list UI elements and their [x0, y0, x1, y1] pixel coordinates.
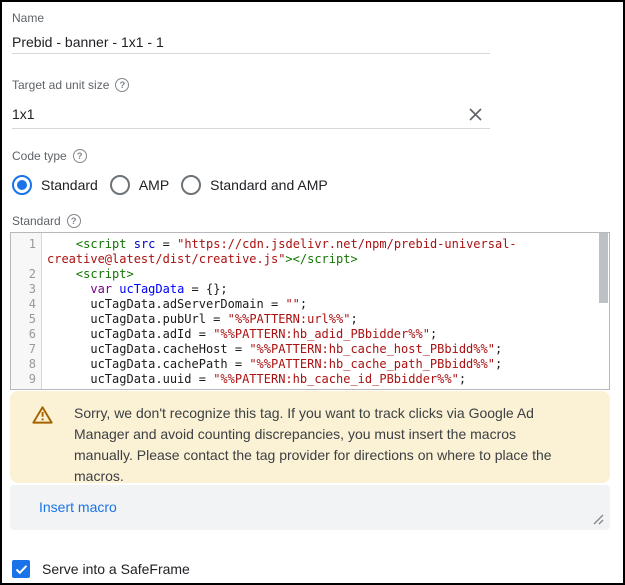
- line-number: 4: [11, 297, 41, 312]
- radio-label: Standard: [41, 177, 98, 193]
- code-line[interactable]: ucTagData.uuid = "%%PATTERN:hb_cache_id_…: [47, 372, 599, 387]
- radio-option-standard[interactable]: Standard: [12, 175, 98, 195]
- code-line[interactable]: ucTagData.pubUrl = "%%PATTERN:url%%";: [47, 312, 599, 327]
- radio-label: AMP: [139, 177, 169, 193]
- size-value-text: 1x1: [12, 106, 35, 122]
- code-type-radio-group: Standard AMP Standard and AMP: [12, 174, 623, 196]
- help-icon[interactable]: ?: [115, 78, 129, 92]
- clear-icon[interactable]: [467, 106, 484, 123]
- code-line[interactable]: ucTagData.adServerDomain = "";: [47, 297, 599, 312]
- help-icon[interactable]: ?: [67, 214, 81, 228]
- safeframe-checkbox[interactable]: [12, 560, 30, 578]
- target-ad-unit-size-input[interactable]: 1x1: [12, 106, 490, 123]
- name-label: Name: [12, 11, 623, 25]
- line-number: 6: [11, 327, 41, 342]
- line-numbers-gutter: 123456789: [11, 233, 42, 389]
- code-line[interactable]: <script src = "https://cdn.jsdelivr.net/…: [47, 237, 599, 267]
- radio-unselected-icon: [181, 175, 201, 195]
- code-line[interactable]: ucTagData.cachePath = "%%PATTERN:hb_cach…: [47, 357, 599, 372]
- line-number: 9: [11, 372, 41, 387]
- creative-form: Name Prebid - banner - 1x1 - 1 Target ad…: [2, 11, 623, 579]
- code-editor[interactable]: 123456789 <script src = "https://cdn.jsd…: [10, 232, 610, 390]
- warning-message: Sorry, we don't recognize this tag. If y…: [74, 400, 598, 487]
- code-line[interactable]: ucTagData.cacheHost = "%%PATTERN:hb_cach…: [47, 342, 599, 357]
- line-number: 1: [11, 237, 41, 267]
- safeframe-label: Serve into a SafeFrame: [42, 561, 190, 577]
- code-line[interactable]: var ucTagData = {};: [47, 282, 599, 297]
- radio-option-standard-and-amp[interactable]: Standard and AMP: [181, 175, 328, 195]
- code-content[interactable]: <script src = "https://cdn.jsdelivr.net/…: [42, 233, 609, 389]
- line-number: 7: [11, 342, 41, 357]
- radio-option-amp[interactable]: AMP: [110, 175, 169, 195]
- tag-warning-banner: Sorry, we don't recognize this tag. If y…: [10, 391, 610, 483]
- radio-unselected-icon: [110, 175, 130, 195]
- target-ad-unit-size-label: Target ad unit size: [12, 77, 109, 93]
- size-underline: [12, 128, 490, 129]
- scrollbar-thumb[interactable]: [599, 233, 608, 303]
- code-type-label: Code type: [12, 148, 67, 164]
- resize-handle-icon[interactable]: [592, 513, 604, 525]
- line-number: 5: [11, 312, 41, 327]
- line-number: 3: [11, 282, 41, 297]
- checkmark-icon: [15, 564, 28, 575]
- help-icon[interactable]: ?: [73, 149, 87, 163]
- safeframe-row: Serve into a SafeFrame: [12, 559, 623, 579]
- code-line[interactable]: <script>: [47, 267, 599, 282]
- radio-label: Standard and AMP: [210, 177, 328, 193]
- name-underline: [12, 53, 490, 54]
- standard-section-label: Standard: [12, 213, 61, 229]
- code-line[interactable]: ucTagData.adId = "%%PATTERN:hb_adid_PBbi…: [47, 327, 599, 342]
- editor-footer: Insert macro: [10, 485, 610, 530]
- warning-triangle-icon: [32, 405, 53, 424]
- radio-selected-icon: [12, 175, 32, 195]
- insert-macro-link[interactable]: Insert macro: [39, 499, 117, 515]
- line-number: 8: [11, 357, 41, 372]
- line-number: 2: [11, 267, 41, 282]
- name-input[interactable]: Prebid - banner - 1x1 - 1: [12, 34, 623, 50]
